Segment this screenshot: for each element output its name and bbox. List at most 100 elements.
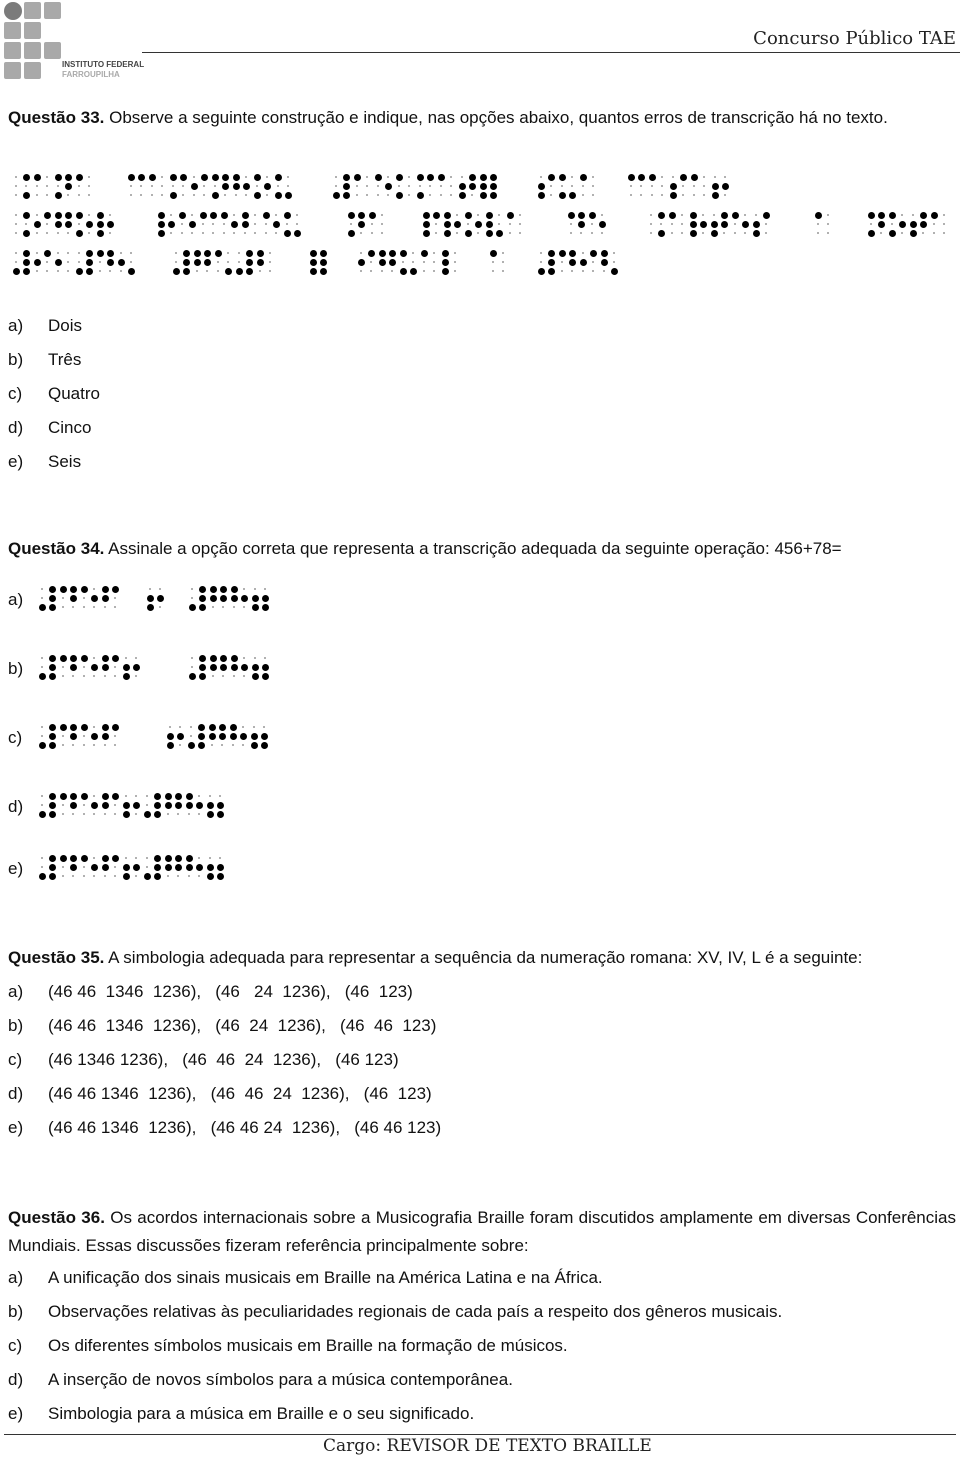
- braille-dot-raised: [261, 603, 269, 611]
- braille-dot-flat: [36, 185, 38, 187]
- braille-cell: [122, 853, 140, 880]
- braille-cell: [59, 653, 77, 679]
- braille-dot-raised: [250, 732, 258, 740]
- braille-dot-raised: [43, 249, 51, 257]
- braille-dot-flat: [502, 261, 504, 263]
- braille-cell: [38, 791, 56, 818]
- braille-dot-flat: [104, 813, 106, 815]
- braille-dot-raised: [64, 211, 72, 219]
- braille-dot-raised: [48, 585, 56, 593]
- braille-dot-flat: [651, 194, 653, 196]
- question-34-text: Assinale a opção correta que representa …: [108, 539, 842, 558]
- braille-dot-raised: [101, 663, 109, 671]
- braille-dot-flat: [36, 270, 38, 272]
- braille-dot-flat: [114, 804, 116, 806]
- braille-dot-raised: [33, 258, 41, 266]
- braille-dot-flat: [254, 223, 256, 225]
- braille-dot-flat: [263, 726, 265, 728]
- braille-dot-raised: [80, 654, 88, 662]
- braille-dot-raised: [357, 220, 365, 228]
- option-text: Quatro: [48, 384, 100, 403]
- braille-dot-flat: [25, 223, 27, 225]
- braille-dot-flat: [360, 232, 362, 234]
- braille-cell: [731, 210, 749, 236]
- braille-cell: [347, 210, 365, 237]
- braille-cell: [188, 584, 206, 611]
- q35-option-a[interactable]: a) (46 46 1346 1236), (46 24 1236), (46 1…: [8, 978, 413, 1006]
- braille-dot-raised: [485, 229, 493, 237]
- logo-text: INSTITUTO FEDERAL FARROUPILHA: [62, 60, 144, 80]
- q36-option-e[interactable]: e) Simbologia para a música em Braille e …: [8, 1400, 474, 1428]
- braille-dot-raised: [106, 258, 114, 266]
- braille-word: [357, 248, 462, 276]
- logo-line2: FARROUPILHA: [62, 70, 120, 79]
- q36-option-c[interactable]: c) Os diferentes símbolos musicais em Bra…: [8, 1332, 568, 1360]
- q33-option-b[interactable]: b) Três: [8, 346, 81, 374]
- braille-dot-raised: [867, 211, 875, 219]
- q35-option-b[interactable]: b) (46 46 1346 1236), (46 24 1236), (46 4…: [8, 1012, 436, 1040]
- braille-dot-raised: [153, 792, 161, 800]
- q35-option-e[interactable]: e) (46 46 1346 1236), (46 46 24 1236), (4…: [8, 1114, 441, 1142]
- q36-option-d[interactable]: d) A inserção de novos símbolos para a mú…: [8, 1366, 513, 1394]
- braille-dot-flat: [269, 261, 271, 263]
- braille-dot-flat: [412, 261, 414, 263]
- braille-dot-raised: [75, 229, 83, 237]
- braille-dot-raised: [353, 173, 361, 181]
- braille-dot-raised: [197, 723, 205, 731]
- braille-dot-flat: [233, 214, 235, 216]
- q33-option-e[interactable]: e) Seis: [8, 448, 81, 476]
- braille-dot-flat: [41, 795, 43, 797]
- braille-dot-raised: [219, 654, 227, 662]
- braille-dot-raised: [111, 792, 119, 800]
- braille-dot-raised: [253, 173, 261, 181]
- braille-dot-raised: [48, 732, 56, 740]
- braille-dot-raised: [399, 249, 407, 257]
- exam-title: Concurso Público TAE: [753, 28, 956, 49]
- braille-dot-raised: [38, 810, 46, 818]
- q33-option-a[interactable]: a) Dois: [8, 312, 82, 340]
- braille-dot-raised: [80, 585, 88, 593]
- braille-dot-raised: [568, 191, 576, 199]
- q36-option-a[interactable]: a) A unificação dos sinais musicais em Br…: [8, 1264, 603, 1292]
- braille-cell: [157, 210, 175, 237]
- braille-dot-flat: [703, 185, 705, 187]
- braille-dot-raised: [69, 732, 77, 740]
- braille-dot-flat: [146, 857, 148, 859]
- braille-cell: [164, 853, 182, 879]
- option-letter: a): [8, 1268, 24, 1287]
- braille-cell: [357, 248, 375, 274]
- braille-dot-raised: [558, 191, 566, 199]
- q33-option-c[interactable]: c) Quatro: [8, 380, 100, 408]
- q33-option-d[interactable]: d) Cinco: [8, 414, 91, 442]
- braille-dot-flat: [212, 223, 214, 225]
- braille-dot-flat: [519, 223, 521, 225]
- braille-dot-raised: [59, 792, 67, 800]
- braille-dot-raised: [489, 249, 497, 257]
- braille-dot-raised: [174, 801, 182, 809]
- braille-cell: [256, 248, 274, 274]
- braille-dot-flat: [713, 214, 715, 216]
- q35-option-c[interactable]: c) (46 1346 1236), (46 46 24 1236), (46 1…: [8, 1046, 399, 1074]
- braille-dot-raised: [22, 173, 30, 181]
- braille-dot-flat: [371, 232, 373, 234]
- q36-option-b[interactable]: b) Observações relativas às peculiaridade…: [8, 1298, 782, 1326]
- braille-dot-flat: [943, 214, 945, 216]
- braille-dot-raised: [558, 249, 566, 257]
- braille-dot-raised: [90, 732, 98, 740]
- braille-dot-flat: [381, 232, 383, 234]
- braille-cell: [54, 172, 72, 199]
- braille-cell: [117, 248, 135, 275]
- braille-dot-raised: [216, 810, 224, 818]
- braille-dot-raised: [600, 249, 608, 257]
- braille-dot-flat: [159, 606, 161, 608]
- braille-dot-raised: [240, 594, 248, 602]
- braille-dot-raised: [367, 249, 375, 257]
- braille-dot-raised: [69, 585, 77, 593]
- braille-dot-raised: [153, 872, 161, 880]
- braille-dot-flat: [381, 214, 383, 216]
- question-35: Questão 35. A simbologia adequada para r…: [8, 944, 956, 972]
- braille-dot-flat: [167, 813, 169, 815]
- braille-cell: [38, 584, 56, 611]
- q35-option-d[interactable]: d) (46 46 1346 1236), (46 46 24 1236), (4…: [8, 1080, 432, 1108]
- braille-dot-flat: [15, 223, 17, 225]
